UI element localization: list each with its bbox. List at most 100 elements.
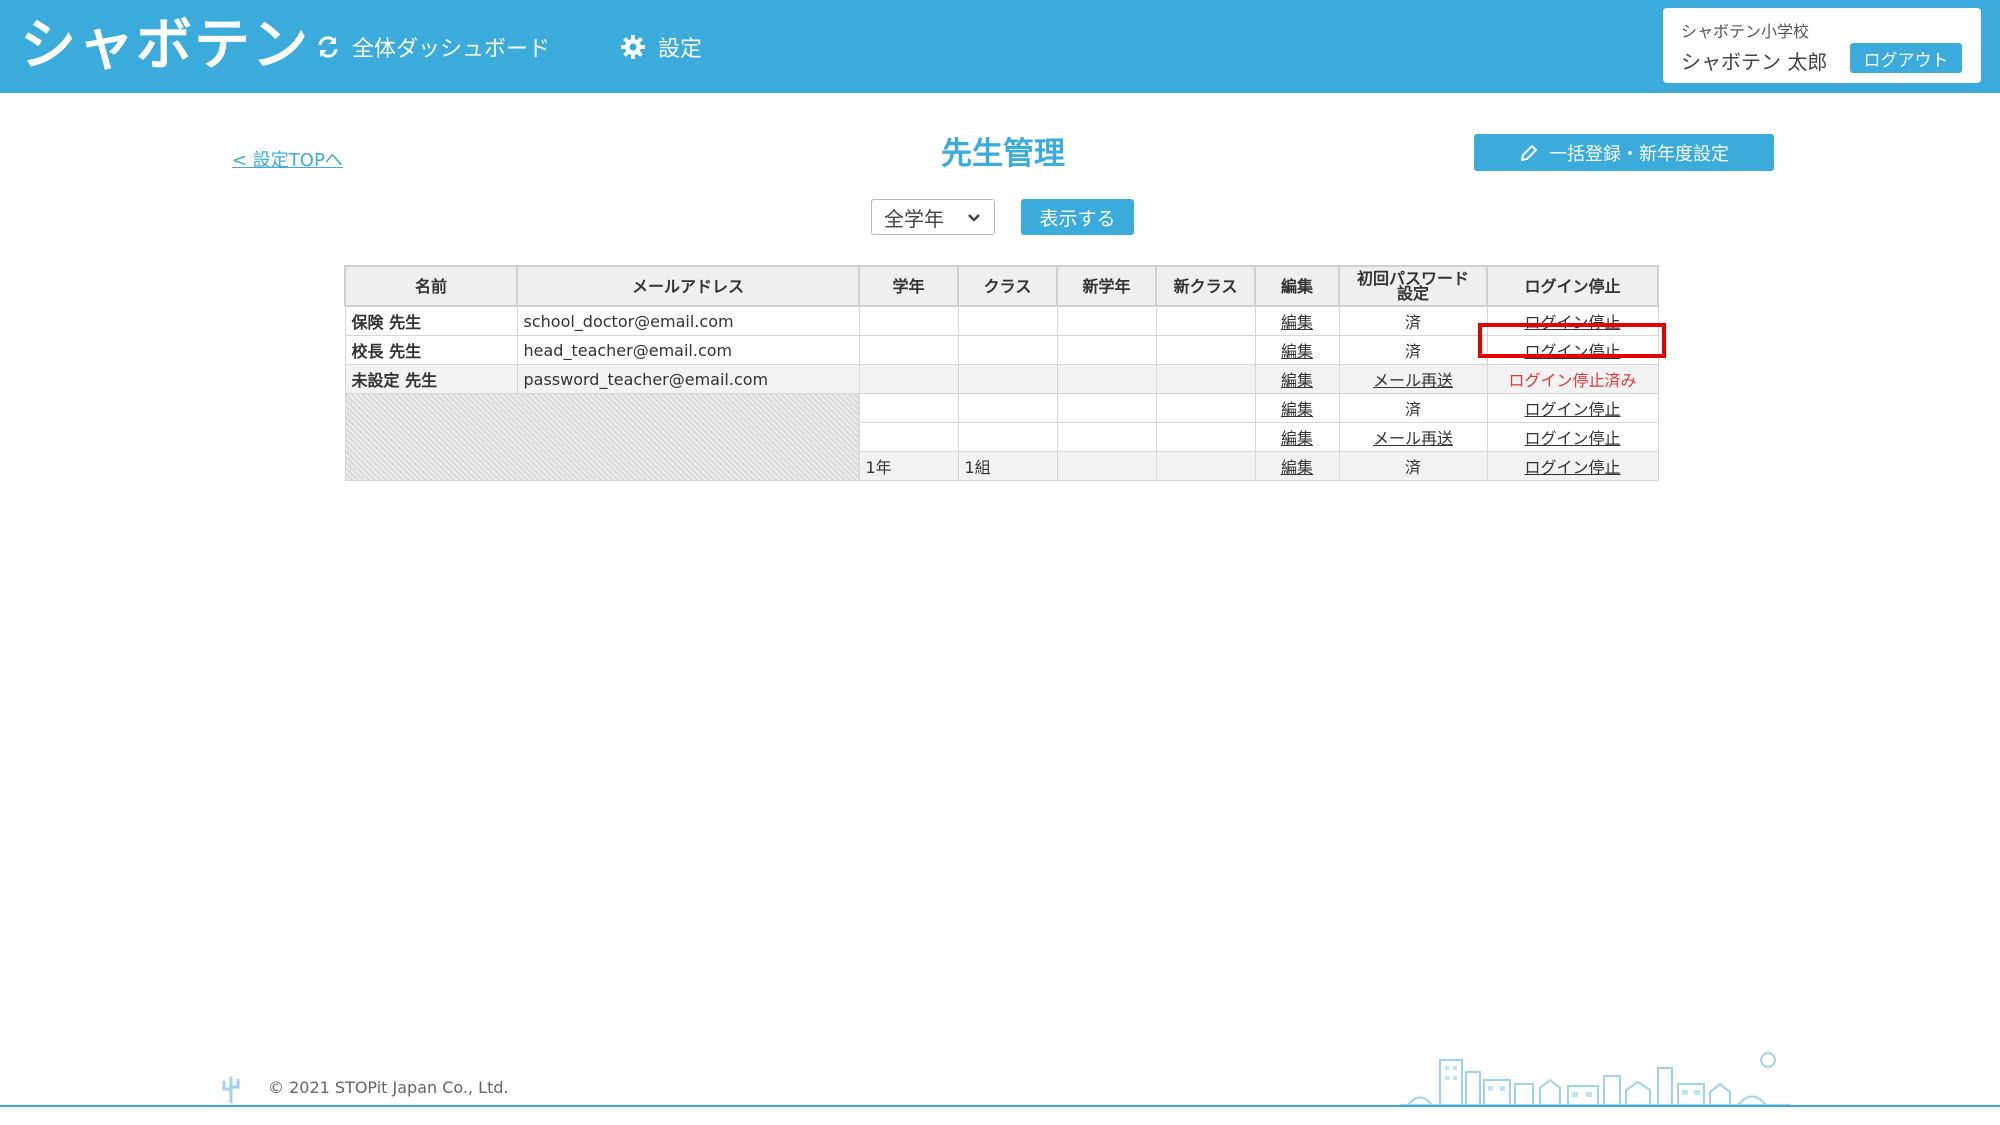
edit-link[interactable]: 編集: [1281, 371, 1313, 390]
header-edit: 編集: [1254, 265, 1340, 307]
edit-cell: 編集: [1254, 393, 1340, 423]
header-new-grade[interactable]: 新学年: [1056, 265, 1157, 307]
edit-link[interactable]: 編集: [1281, 313, 1313, 332]
teacher-new-class: [1155, 335, 1256, 365]
logout-button[interactable]: ログアウト: [1850, 43, 1962, 73]
nav-dashboard[interactable]: 全体ダッシュボード: [316, 28, 550, 66]
login-stop-cell: ログイン停止: [1486, 305, 1659, 336]
edit-link[interactable]: 編集: [1281, 458, 1313, 477]
user-name: シャボテン 太郎: [1681, 50, 1828, 74]
teacher-class: [957, 393, 1058, 423]
app-logo[interactable]: シャボテン: [20, 6, 310, 86]
redacted-teacher-info: [344, 393, 860, 481]
login-stopped-status: ログイン停止済み: [1508, 371, 1637, 390]
chevron-down-icon: [968, 214, 980, 222]
teacher-grade: [858, 335, 959, 365]
teacher-class: [957, 305, 1058, 336]
header-new-class[interactable]: 新クラス: [1155, 265, 1256, 307]
password-status: 済: [1338, 305, 1488, 336]
cactus-logo-icon: [222, 1076, 240, 1104]
teacher-email: head_teacher@email.com: [516, 335, 860, 365]
login-stop-link[interactable]: ログイン停止: [1524, 458, 1620, 477]
grade-select[interactable]: 全学年: [871, 199, 995, 235]
table-row: 保険 先生 school_doctor@email.com 編集 済 ログイン停…: [344, 305, 1659, 336]
teacher-grade: 1年: [858, 451, 959, 481]
resend-email-link[interactable]: メール再送: [1373, 371, 1453, 390]
nav-settings[interactable]: 設定: [620, 28, 702, 66]
show-button[interactable]: 表示する: [1021, 199, 1134, 235]
back-to-settings-link[interactable]: < 設定TOPへ: [232, 146, 343, 172]
header-login-stop: ログイン停止: [1486, 265, 1659, 307]
teacher-email: password_teacher@email.com: [516, 364, 860, 394]
password-status: 済: [1338, 393, 1488, 423]
teacher-class: [957, 364, 1058, 394]
edit-cell: 編集: [1254, 422, 1340, 452]
teacher-name: 未設定 先生: [344, 364, 518, 394]
login-stop-cell: ログイン停止: [1486, 451, 1659, 481]
edit-cell: 編集: [1254, 335, 1340, 365]
teacher-new-class: [1155, 364, 1256, 394]
login-stop-cell: ログイン停止: [1486, 422, 1659, 452]
password-status: 済: [1338, 335, 1488, 365]
nav-settings-label: 設定: [658, 37, 703, 62]
nav-dashboard-label: 全体ダッシュボード: [352, 37, 551, 62]
resend-email-link[interactable]: メール再送: [1373, 429, 1453, 448]
teacher-grade: [858, 305, 959, 336]
teacher-table: 名前 メールアドレス 学年 クラス 新学年 新クラス 編集 初回パスワード 設定…: [344, 265, 1659, 481]
header-grade[interactable]: 学年: [858, 265, 959, 307]
pencil-icon: [1521, 144, 1537, 161]
teacher-name: 校長 先生: [344, 335, 518, 365]
footer-divider: [0, 1105, 2000, 1107]
edit-cell: 編集: [1254, 451, 1340, 481]
login-stop-link[interactable]: ログイン停止: [1524, 313, 1620, 332]
town-illustration-icon: [1400, 1052, 1790, 1106]
login-stop-link[interactable]: ログイン停止: [1524, 342, 1620, 361]
teacher-new-class: [1155, 451, 1256, 481]
user-info-box: シャボテン小学校 シャボテン 太郎 ログアウト: [1663, 8, 1981, 83]
teacher-grade: [858, 364, 959, 394]
edit-link[interactable]: 編集: [1281, 400, 1313, 419]
school-name: シャボテン小学校: [1681, 22, 1810, 41]
table-row: 未設定 先生 password_teacher@email.com 編集 メール…: [344, 364, 1659, 394]
teacher-new-class: [1155, 305, 1256, 336]
teacher-name: 保険 先生: [344, 305, 518, 336]
header-initial-password-line2: 設定: [1396, 284, 1429, 303]
table-header-row: 名前 メールアドレス 学年 クラス 新学年 新クラス 編集 初回パスワード 設定…: [344, 265, 1659, 307]
edit-cell: 編集: [1254, 305, 1340, 336]
password-cell: メール再送: [1338, 422, 1488, 452]
password-status: 済: [1338, 451, 1488, 481]
header-initial-password: 初回パスワード 設定: [1338, 265, 1488, 307]
bulk-register-button[interactable]: 一括登録・新年度設定: [1474, 134, 1774, 171]
bulk-register-label: 一括登録・新年度設定: [1549, 143, 1729, 165]
login-stop-link[interactable]: ログイン停止: [1524, 400, 1620, 419]
teacher-class: 1組: [957, 451, 1058, 481]
teacher-new-grade: [1056, 422, 1157, 452]
login-stopped-cell: ログイン停止済み: [1486, 364, 1659, 394]
teacher-new-grade: [1056, 305, 1157, 336]
grade-select-value: 全学年: [884, 206, 944, 231]
sync-icon: [318, 36, 338, 58]
teacher-new-class: [1155, 393, 1256, 423]
table-row: 校長 先生 head_teacher@email.com 編集 済 ログイン停止: [344, 335, 1659, 365]
password-cell: メール再送: [1338, 364, 1488, 394]
header-email[interactable]: メールアドレス: [516, 265, 860, 307]
teacher-new-grade: [1056, 393, 1157, 423]
login-stop-link[interactable]: ログイン停止: [1524, 429, 1620, 448]
teacher-class: [957, 422, 1058, 452]
login-stop-cell: ログイン停止: [1486, 335, 1659, 365]
edit-cell: 編集: [1254, 364, 1340, 394]
header-class[interactable]: クラス: [957, 265, 1058, 307]
edit-link[interactable]: 編集: [1281, 429, 1313, 448]
teacher-new-grade: [1056, 335, 1157, 365]
gear-icon: [621, 35, 645, 59]
teacher-grade: [858, 422, 959, 452]
header-name[interactable]: 名前: [344, 265, 518, 307]
table-row: 編集 済 ログイン停止: [344, 393, 1659, 481]
copyright-text: © 2021 STOPit Japan Co., Ltd.: [268, 1078, 509, 1097]
edit-link[interactable]: 編集: [1281, 342, 1313, 361]
teacher-grade: [858, 393, 959, 423]
teacher-new-grade: [1056, 364, 1157, 394]
top-navigation-bar: シャボテン 全体ダッシュボード 設定 シャボテン小学校 シャボテン 太郎 ログア…: [0, 0, 2000, 93]
teacher-new-grade: [1056, 451, 1157, 481]
teacher-email: school_doctor@email.com: [516, 305, 860, 336]
